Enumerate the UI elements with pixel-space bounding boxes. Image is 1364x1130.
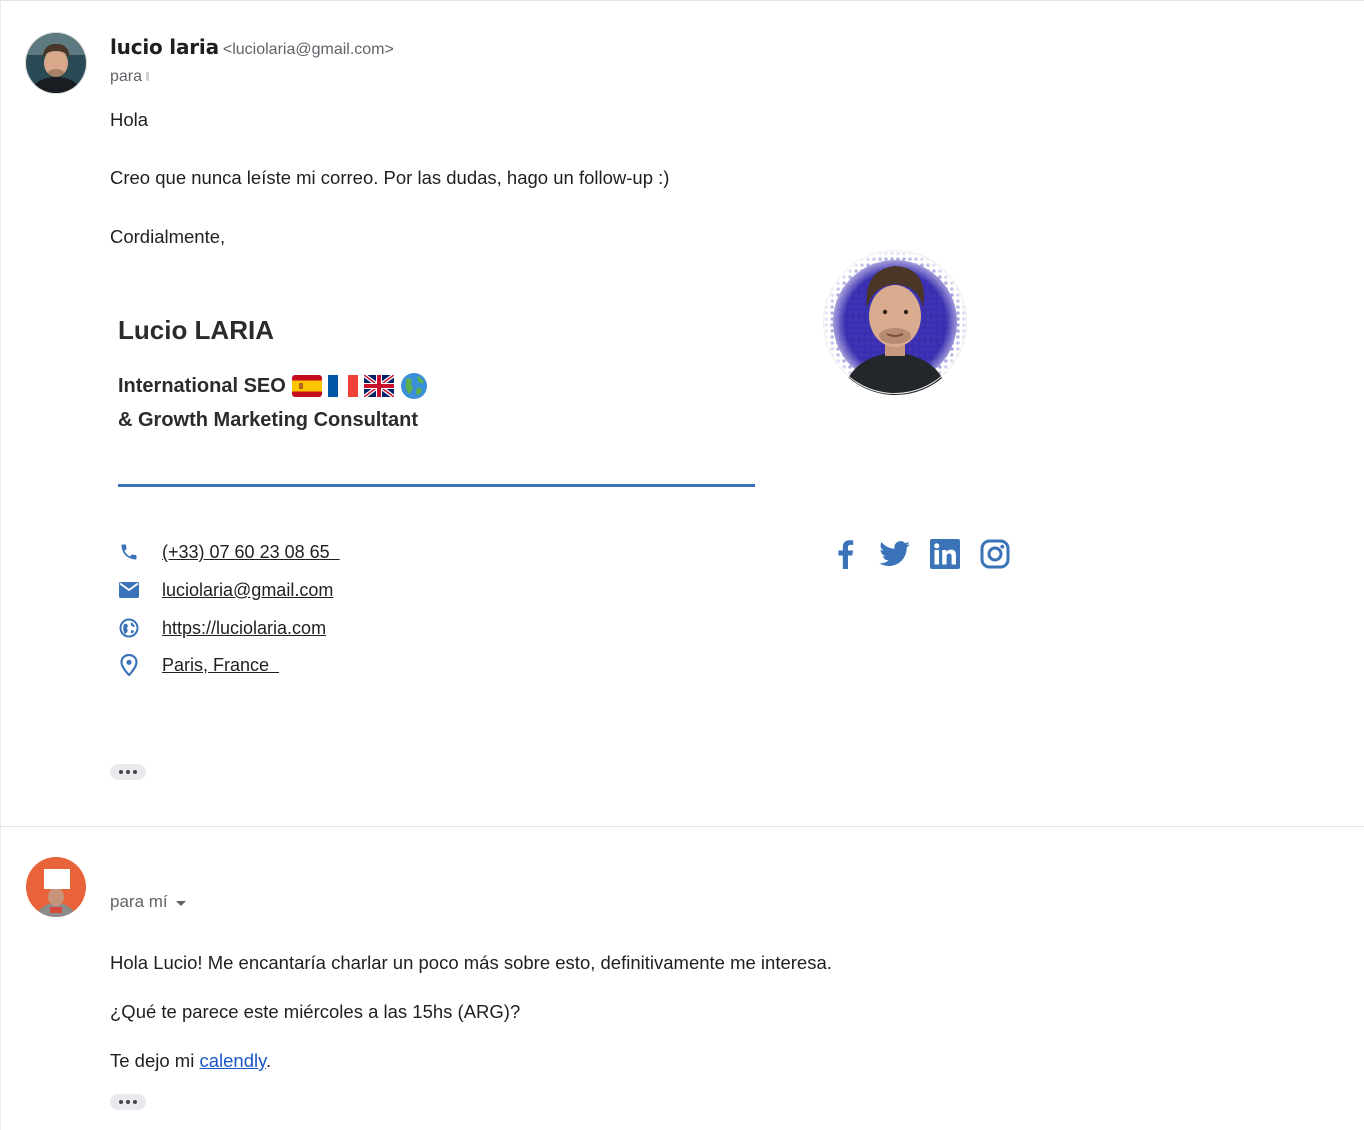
sender-avatar[interactable] [26, 33, 86, 93]
recipient-me-label: para mí [110, 892, 168, 911]
sender-line: lucio laria <luciolaria@gmail.com> [110, 35, 394, 59]
reply-text-prefix: Te dejo mi [110, 1050, 200, 1071]
dot [133, 1100, 137, 1104]
globe-icon [400, 372, 428, 400]
top-border [0, 0, 1364, 4]
contact-phone-row[interactable]: (+33) 07 60 23 08 65 [118, 540, 330, 564]
signature-title-line2: & Growth Marketing Consultant [118, 409, 418, 431]
message-divider [0, 826, 1364, 827]
show-trimmed-content-button[interactable] [110, 1094, 146, 1110]
dot [126, 1100, 130, 1104]
contact-email[interactable]: luciolaria@gmail.com [162, 580, 333, 601]
greeting-text: Hola [110, 109, 149, 130]
sender-email[interactable]: <luciolaria@gmail.com> [223, 41, 394, 58]
reply-sender-avatar[interactable] [26, 857, 86, 917]
reply-paragraph-1: Hola Lucio! Me encantaría charlar un poc… [110, 952, 832, 973]
signature-title-text: International SEO [118, 374, 286, 397]
france-flag-icon [327, 375, 358, 397]
signature-title-line1: International SEO [118, 372, 428, 400]
dot [126, 770, 130, 774]
signature-divider [118, 484, 755, 487]
location-pin-icon [118, 654, 140, 676]
recipient-me-toggle[interactable]: para mí [110, 892, 186, 912]
closing-text: Cordialmente, [110, 226, 226, 247]
mail-icon [118, 579, 140, 601]
contact-location[interactable]: Paris, France [162, 655, 279, 676]
recipient-line[interactable]: para [110, 68, 150, 86]
body-paragraph: Creo que nunca leíste mi correo. Por las… [110, 167, 670, 188]
globe-icon [118, 617, 140, 639]
contact-phone[interactable]: (+33) 07 60 23 08 65 [162, 542, 340, 563]
chevron-down-icon[interactable] [175, 900, 186, 906]
instagram-icon[interactable] [978, 537, 1012, 571]
contact-website[interactable]: https://luciolaria.com [162, 618, 326, 639]
dot [119, 770, 123, 774]
reply-paragraph-2: ¿Qué te parece este miércoles a las 15hs… [110, 1001, 521, 1022]
dot [133, 770, 137, 774]
dot [119, 1100, 123, 1104]
sender-name[interactable]: lucio laria [110, 35, 219, 59]
spain-flag-icon [291, 375, 322, 397]
recipient-label: para [110, 68, 143, 85]
show-trimmed-content-button[interactable] [110, 764, 146, 780]
signature-name: Lucio LARIA [118, 315, 274, 345]
calendly-link[interactable]: calendly [199, 1050, 266, 1071]
contact-website-row[interactable]: https://luciolaria.com [118, 616, 326, 640]
recipient-truncated [146, 72, 150, 82]
linkedin-icon[interactable] [928, 537, 962, 571]
reply-text-suffix: . [265, 1050, 272, 1071]
twitter-icon[interactable] [878, 537, 912, 571]
facebook-icon[interactable] [828, 537, 862, 571]
left-border [0, 0, 1, 1130]
contact-email-row[interactable]: luciolaria@gmail.com [118, 578, 333, 602]
phone-icon [118, 541, 140, 563]
contact-location-row[interactable]: Paris, France [118, 653, 269, 677]
uk-flag-icon [363, 375, 394, 397]
reply-paragraph-3: Te dejo mi calendly. [110, 1050, 271, 1072]
signature-photo [823, 250, 968, 395]
